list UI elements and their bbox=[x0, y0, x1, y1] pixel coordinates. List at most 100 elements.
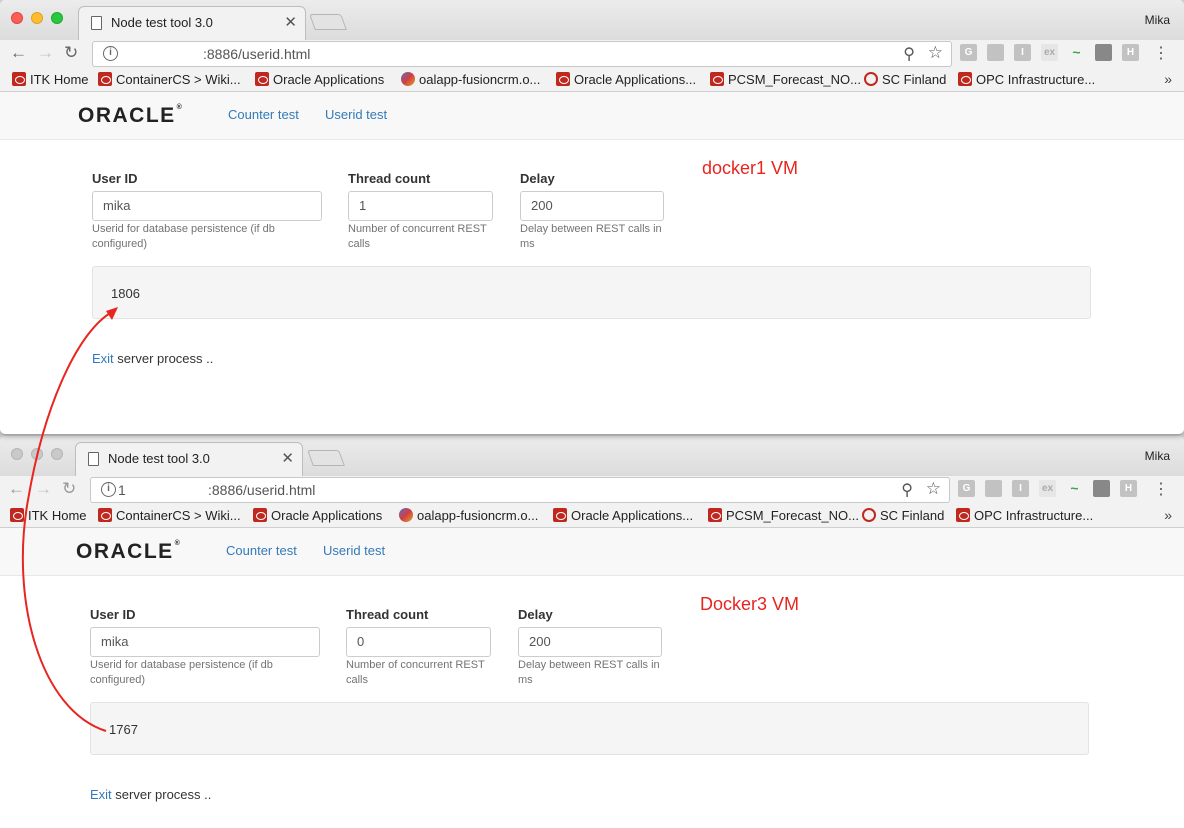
bookmark-item[interactable]: OPC Infrastructure... bbox=[956, 508, 1093, 523]
extension-shield-icon[interactable] bbox=[1095, 44, 1112, 61]
bookmark-item[interactable]: ITK Home bbox=[10, 508, 87, 523]
url-text[interactable]: :8886/userid.html bbox=[208, 482, 315, 498]
back-icon[interactable]: ← bbox=[10, 43, 27, 63]
nav-counter-test[interactable]: Counter test bbox=[226, 543, 297, 558]
delay-input[interactable]: 200 bbox=[518, 627, 662, 657]
userid-input[interactable]: mika bbox=[90, 627, 320, 657]
new-tab-button[interactable] bbox=[309, 14, 347, 30]
bookmark-star-icon[interactable]: ☆ bbox=[926, 479, 941, 499]
exit-link[interactable]: Exit bbox=[92, 351, 114, 366]
close-window-button[interactable] bbox=[11, 448, 23, 460]
reload-icon[interactable]: ↻ bbox=[64, 43, 78, 63]
oracle-icon bbox=[708, 508, 722, 522]
close-tab-icon[interactable]: ✕ bbox=[281, 449, 294, 467]
zoom-icon[interactable]: ⚲ bbox=[903, 44, 915, 64]
exit-text: server process .. bbox=[113, 351, 214, 366]
oracle-icon bbox=[956, 508, 970, 522]
delay-help: Delay between REST calls in ms bbox=[518, 659, 660, 686]
browser-toolbar: ← → ↻ i 1 :8886/userid.html ⚲ ☆ G I ex ~… bbox=[0, 476, 1184, 504]
bookmark-item[interactable]: ITK Home bbox=[12, 72, 89, 87]
extension-doc-icon[interactable] bbox=[985, 480, 1002, 497]
bookmark-star-icon[interactable]: ☆ bbox=[928, 43, 943, 63]
delay-input[interactable]: 200 bbox=[520, 191, 664, 221]
bookmark-item[interactable]: SC Finland bbox=[864, 72, 946, 87]
extension-h-icon[interactable]: H bbox=[1122, 44, 1139, 61]
userid-input[interactable]: mika bbox=[92, 191, 322, 221]
app-navbar: ORACLE® Counter test Userid test bbox=[0, 92, 1184, 140]
browser-tab[interactable]: Node test tool 3.0 ✕ bbox=[78, 6, 306, 40]
nav-userid-test[interactable]: Userid test bbox=[325, 107, 387, 122]
extension-wave-icon[interactable]: ~ bbox=[1066, 480, 1083, 497]
thread-count-input[interactable]: 1 bbox=[348, 191, 493, 221]
sc-icon bbox=[864, 72, 878, 86]
bookmark-item[interactable]: ContainerCS > Wiki... bbox=[98, 72, 241, 87]
bookmark-item[interactable]: oalapp-fusioncrm.o... bbox=[401, 72, 540, 87]
minimize-window-button[interactable] bbox=[31, 448, 43, 460]
url-prefix[interactable]: 1 bbox=[118, 482, 126, 498]
bookmark-item[interactable]: Oracle Applications... bbox=[553, 508, 693, 523]
bookmark-label: oalapp-fusioncrm.o... bbox=[419, 72, 541, 87]
bookmark-item[interactable]: Oracle Applications bbox=[255, 72, 384, 87]
more-bookmarks-icon[interactable]: » bbox=[1164, 507, 1172, 523]
back-icon[interactable]: ← bbox=[8, 479, 25, 499]
info-icon[interactable]: i bbox=[103, 46, 118, 61]
minimize-window-button[interactable] bbox=[31, 12, 43, 24]
zoom-icon[interactable]: ⚲ bbox=[901, 480, 913, 500]
more-bookmarks-icon[interactable]: » bbox=[1164, 71, 1172, 87]
bookmark-item[interactable]: ContainerCS > Wiki... bbox=[98, 508, 241, 523]
forward-icon[interactable]: → bbox=[35, 479, 52, 499]
extension-g-icon[interactable]: G bbox=[960, 44, 977, 61]
forward-icon[interactable]: → bbox=[37, 43, 54, 63]
close-tab-icon[interactable]: ✕ bbox=[284, 13, 297, 31]
new-tab-button[interactable] bbox=[307, 450, 345, 466]
extension-i-icon[interactable]: I bbox=[1012, 480, 1029, 497]
browser-window-docker1: Node test tool 3.0 ✕ Mika ← → ↻ i :8886/… bbox=[0, 0, 1184, 434]
extension-i-icon[interactable]: I bbox=[1014, 44, 1031, 61]
extension-ex-icon[interactable]: ex bbox=[1039, 480, 1056, 497]
oracle-logo[interactable]: ORACLE® bbox=[78, 104, 183, 128]
bookmark-item[interactable]: PCSM_Forecast_NO... bbox=[710, 72, 861, 87]
browser-tab[interactable]: Node test tool 3.0 ✕ bbox=[75, 442, 303, 476]
bookmark-item[interactable]: PCSM_Forecast_NO... bbox=[708, 508, 859, 523]
info-icon[interactable]: i bbox=[101, 482, 116, 497]
exit-link[interactable]: Exit bbox=[90, 787, 112, 802]
thread-count-label: Thread count bbox=[346, 607, 429, 622]
bookmark-item[interactable]: oalapp-fusioncrm.o... bbox=[399, 508, 538, 523]
address-bar[interactable]: i :8886/userid.html ⚲ ☆ bbox=[92, 41, 952, 67]
menu-icon[interactable]: ⋮ bbox=[1153, 479, 1169, 499]
profile-name[interactable]: Mika bbox=[1145, 13, 1170, 27]
nav-counter-test[interactable]: Counter test bbox=[228, 107, 299, 122]
thread-count-input[interactable]: 0 bbox=[346, 627, 491, 657]
close-window-button[interactable] bbox=[11, 12, 23, 24]
result-value: 1806 bbox=[111, 286, 140, 301]
address-bar[interactable]: i 1 :8886/userid.html ⚲ ☆ bbox=[90, 477, 950, 503]
extension-doc-icon[interactable] bbox=[987, 44, 1004, 61]
wiki-icon bbox=[98, 72, 112, 86]
bookmark-item[interactable]: Oracle Applications bbox=[253, 508, 382, 523]
extension-ex-icon[interactable]: ex bbox=[1041, 44, 1058, 61]
browser-toolbar: ← → ↻ i :8886/userid.html ⚲ ☆ G I ex ~ H… bbox=[0, 40, 1184, 68]
maximize-window-button[interactable] bbox=[51, 448, 63, 460]
bookmark-label: PCSM_Forecast_NO... bbox=[728, 72, 861, 87]
bookmark-label: Oracle Applications... bbox=[571, 508, 694, 523]
extension-wave-icon[interactable]: ~ bbox=[1068, 44, 1085, 61]
reload-icon[interactable]: ↻ bbox=[62, 479, 76, 499]
brand-text: ORACLE bbox=[76, 540, 174, 563]
extension-h-icon[interactable]: H bbox=[1120, 480, 1137, 497]
url-text[interactable]: :8886/userid.html bbox=[203, 46, 310, 62]
extension-shield-icon[interactable] bbox=[1093, 480, 1110, 497]
bookmark-item[interactable]: Oracle Applications... bbox=[556, 72, 696, 87]
profile-name[interactable]: Mika bbox=[1145, 449, 1170, 463]
extension-g-icon[interactable]: G bbox=[958, 480, 975, 497]
title-bar: Node test tool 3.0 ✕ Mika bbox=[0, 436, 1184, 476]
oracle-logo[interactable]: ORACLE® bbox=[76, 540, 181, 564]
tab-title: Node test tool 3.0 bbox=[111, 15, 213, 30]
window-controls bbox=[11, 448, 63, 460]
bookmark-item[interactable]: SC Finland bbox=[862, 508, 944, 523]
menu-icon[interactable]: ⋮ bbox=[1153, 43, 1169, 63]
bookmark-label: Oracle Applications bbox=[271, 508, 383, 523]
bookmark-item[interactable]: OPC Infrastructure... bbox=[958, 72, 1095, 87]
oracle-icon bbox=[10, 508, 24, 522]
nav-userid-test[interactable]: Userid test bbox=[323, 543, 385, 558]
maximize-window-button[interactable] bbox=[51, 12, 63, 24]
